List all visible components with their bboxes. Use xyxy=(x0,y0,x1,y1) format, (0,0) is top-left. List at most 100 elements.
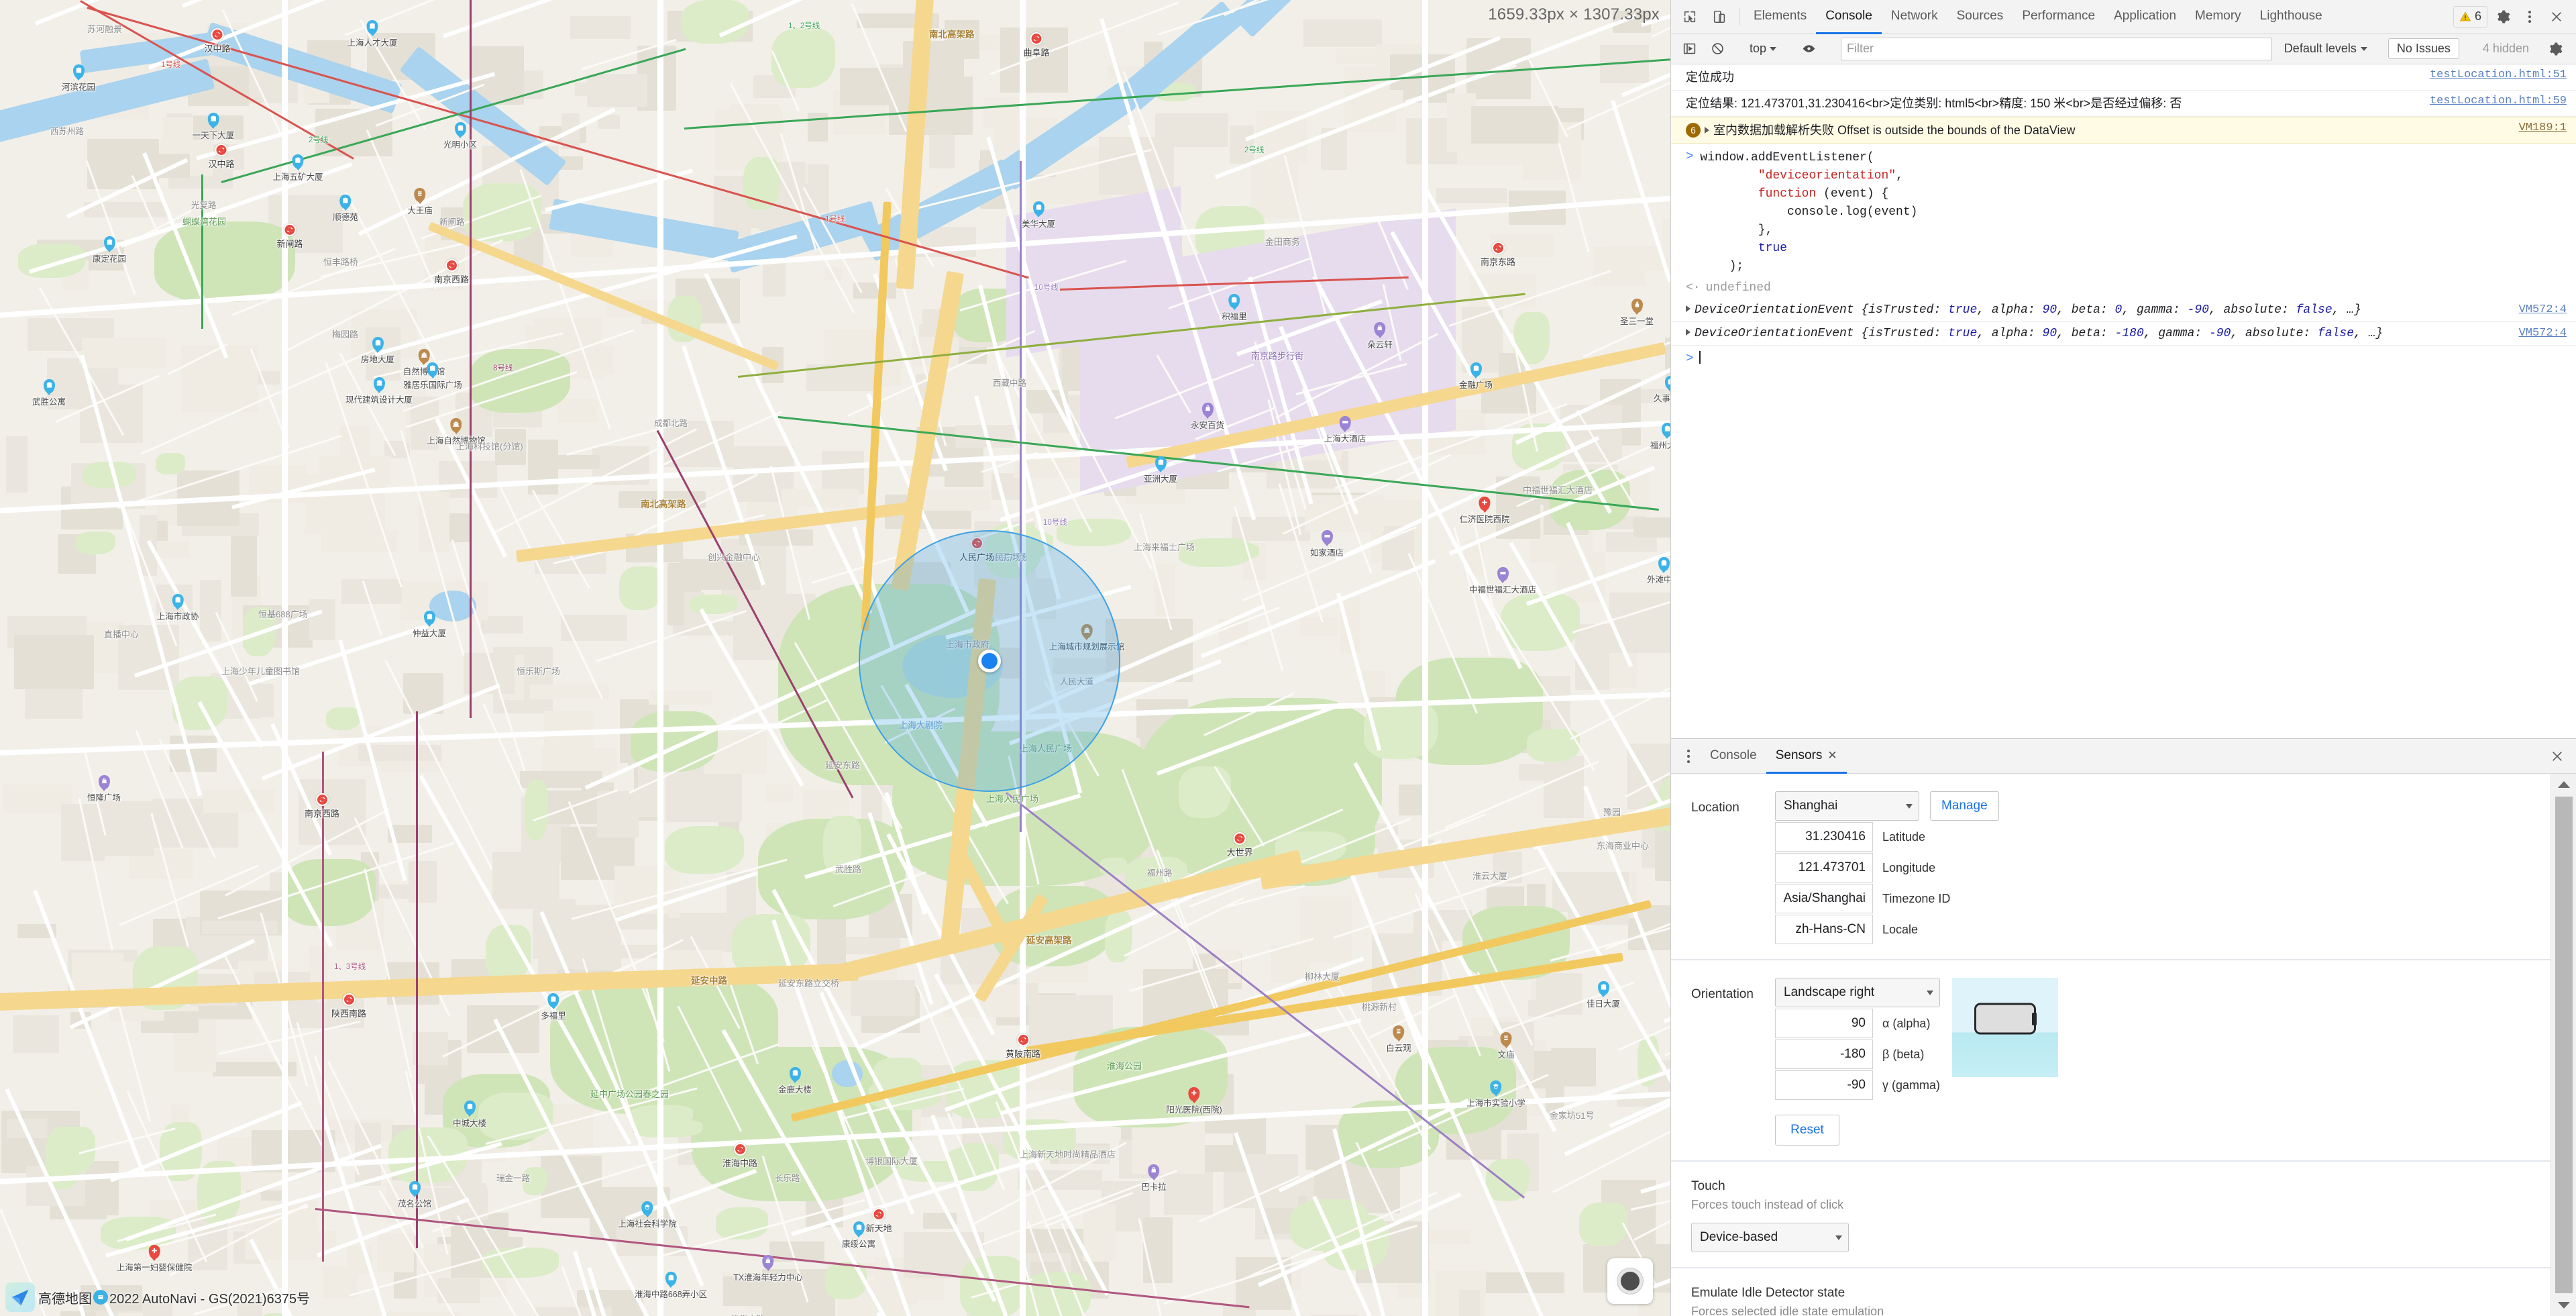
gamma-input[interactable]: -90 xyxy=(1775,1070,1873,1101)
drawer-tab-console[interactable]: Console xyxy=(1701,739,1766,774)
sensors-scrollbar[interactable] xyxy=(2551,774,2576,1316)
console-settings-gear-icon[interactable] xyxy=(2540,42,2571,56)
metro-station-marker[interactable]: 南京西路 xyxy=(434,259,469,285)
tab-console[interactable]: Console xyxy=(1816,0,1882,34)
sensors-scroll-area[interactable]: Location Shanghai Manage 31.230416 Latit… xyxy=(1671,774,2551,1316)
touch-emulation-select[interactable]: Device-based xyxy=(1691,1223,1849,1253)
tab-network[interactable]: Network xyxy=(1882,0,1947,34)
devtools-close-icon[interactable] xyxy=(2541,0,2572,34)
execution-context-selector[interactable]: top xyxy=(1746,42,1780,56)
metro-station-marker[interactable]: 大世界 xyxy=(1226,832,1253,858)
metro-station-marker[interactable]: 南京东路 xyxy=(1481,242,1515,268)
warning-count-badge[interactable]: 6 xyxy=(2453,5,2487,28)
map-road-label: 瑞金一路 xyxy=(496,1174,531,1183)
sensors-section-orientation: Orientation Landscape right 90 α (alpha) xyxy=(1671,960,2551,1162)
map-green xyxy=(326,707,360,730)
metro-station-marker[interactable]: 黄陂南路 xyxy=(1006,1033,1040,1060)
console-row-log[interactable]: 定位成功 testLocation.html:51 xyxy=(1671,64,2576,91)
console-toolbar[interactable]: top Filter Default levels No Issues 4 hi… xyxy=(1671,34,2576,64)
map-block xyxy=(467,1005,539,1053)
object-class-name: DeviceOrientationEvent xyxy=(1695,303,1854,317)
map-block xyxy=(544,711,594,768)
expand-triangle-icon[interactable] xyxy=(1705,127,1709,134)
tab-memory[interactable]: Memory xyxy=(2186,0,2251,34)
inspect-element-icon[interactable] xyxy=(1675,0,1705,34)
scroll-down-arrow-icon[interactable] xyxy=(2557,1295,2570,1316)
console-message-source[interactable]: testLocation.html:51 xyxy=(2430,68,2567,81)
map-block xyxy=(1663,219,1670,246)
location-preset-select[interactable]: Shanghai xyxy=(1775,791,1919,821)
devtools-more-menu-icon[interactable] xyxy=(2518,0,2541,34)
sensors-panel-body[interactable]: Location Shanghai Manage 31.230416 Latit… xyxy=(1671,774,2576,1316)
device-toolbar-toggle-icon[interactable] xyxy=(1705,0,1734,34)
console-filter-input[interactable]: Filter xyxy=(1841,37,2272,60)
scroll-up-arrow-icon[interactable] xyxy=(2557,774,2570,795)
locale-input[interactable]: zh-Hans-CN xyxy=(1775,915,1873,945)
tab-application[interactable]: Application xyxy=(2104,0,2186,34)
expand-triangle-icon[interactable] xyxy=(1686,305,1690,313)
devtools-panel[interactable]: Elements Console Network Sources Perform… xyxy=(1670,0,2576,1316)
tab-lighthouse[interactable]: Lighthouse xyxy=(2251,0,2332,34)
timezone-input[interactable]: Asia/Shanghai xyxy=(1775,884,1873,914)
console-message-source[interactable]: VM572:4 xyxy=(2519,327,2567,340)
issues-button[interactable]: No Issues xyxy=(2387,38,2459,60)
settings-gear-icon[interactable] xyxy=(2487,0,2518,34)
beta-input[interactable]: -180 xyxy=(1775,1040,1873,1070)
map-arterial xyxy=(657,0,663,1316)
expand-triangle-icon[interactable] xyxy=(1686,329,1690,336)
drawer-tabbar[interactable]: Console Sensors ✕ xyxy=(1671,738,2576,774)
console-row-object[interactable]: DeviceOrientationEvent {isTrusted: true,… xyxy=(1671,299,2576,323)
drawer-tab-sensors[interactable]: Sensors ✕ xyxy=(1766,739,1847,774)
console-message-source[interactable]: VM189:1 xyxy=(2519,121,2567,134)
console-row-log[interactable]: 定位结果: 121.473701,31.230416<br>定位类别: html… xyxy=(1671,91,2576,117)
map-block xyxy=(231,536,257,597)
console-message-text: 室内数据加载解析失败 Offset is outside the bounds … xyxy=(1713,123,2076,138)
tab-sources[interactable]: Sources xyxy=(1947,0,2013,34)
tab-performance[interactable]: Performance xyxy=(2012,0,2104,34)
alpha-input[interactable]: 90 xyxy=(1775,1009,1873,1039)
console-prompt-line[interactable]: > xyxy=(1671,346,2576,371)
metro-station-marker[interactable]: 曲阜路 xyxy=(1023,32,1050,58)
metro-station-label: 汉中路 xyxy=(208,159,235,169)
devtools-tabbar[interactable]: Elements Console Network Sources Perform… xyxy=(1671,0,2576,34)
live-expression-eye-icon[interactable] xyxy=(1796,36,1821,62)
console-row-warning[interactable]: 6 室内数据加载解析失败 Offset is outside the bound… xyxy=(1671,117,2576,144)
console-result-value: undefined xyxy=(1705,281,1771,295)
metro-station-marker[interactable]: 陕西南路 xyxy=(331,993,366,1019)
console-message-source[interactable]: testLocation.html:59 xyxy=(2430,95,2567,107)
drawer-more-menu-icon[interactable] xyxy=(1676,739,1701,773)
map-metro-line xyxy=(470,0,472,718)
console-sidebar-toggle-icon[interactable] xyxy=(1676,36,1702,62)
manage-locations-button[interactable]: Manage xyxy=(1930,791,1999,821)
map-viewport[interactable]: 南北高架路光复路西苏州路新闸路人民大道延安高架路延安中路瑞金一路长乐路福州路淮海… xyxy=(0,0,1670,1316)
metro-station-marker[interactable]: 新天地 xyxy=(865,1208,892,1234)
tab-elements[interactable]: Elements xyxy=(1744,0,1816,34)
close-tab-icon[interactable]: ✕ xyxy=(1827,749,1837,762)
longitude-input[interactable]: 121.473701 xyxy=(1775,853,1873,883)
metro-station-marker[interactable]: 汉中路 xyxy=(208,144,235,170)
map-road-minor xyxy=(344,0,587,36)
console-row-object[interactable]: DeviceOrientationEvent {isTrusted: true,… xyxy=(1671,322,2576,346)
metro-station-marker[interactable]: 汉中路 xyxy=(204,28,231,54)
orientation-preset-select[interactable]: Landscape right xyxy=(1775,978,1941,1008)
scrollbar-thumb[interactable] xyxy=(2555,797,2573,1293)
map-green xyxy=(525,780,548,840)
metro-station-marker[interactable]: 新闸路 xyxy=(276,223,303,250)
log-levels-selector[interactable]: Default levels xyxy=(2279,42,2373,56)
map-area-label: 恒丰路桥 xyxy=(323,257,359,267)
metro-station-marker[interactable]: 淮海中路 xyxy=(722,1143,757,1169)
console-message-list[interactable]: 定位成功 testLocation.html:51 定位结果: 121.4737… xyxy=(1671,64,2576,738)
locale-label: Locale xyxy=(1882,922,1919,936)
locate-me-button[interactable] xyxy=(1607,1258,1653,1304)
orientation-reset-button[interactable]: Reset xyxy=(1775,1115,1839,1146)
orientation-preview[interactable] xyxy=(1952,978,2059,1078)
metro-station-marker[interactable]: 南京西路 xyxy=(305,793,339,819)
latitude-input[interactable]: 31.230416 xyxy=(1775,822,1873,852)
drawer-close-icon[interactable] xyxy=(2538,739,2576,773)
clear-console-icon[interactable] xyxy=(1705,36,1730,62)
map-green xyxy=(825,1262,867,1299)
console-message-source[interactable]: VM572:4 xyxy=(2519,303,2567,316)
devtools-drawer[interactable]: Console Sensors ✕ Location Shanghai Mana… xyxy=(1671,738,2576,1316)
map-canvas[interactable] xyxy=(0,0,1670,1316)
object-class-name: DeviceOrientationEvent xyxy=(1695,327,1854,341)
